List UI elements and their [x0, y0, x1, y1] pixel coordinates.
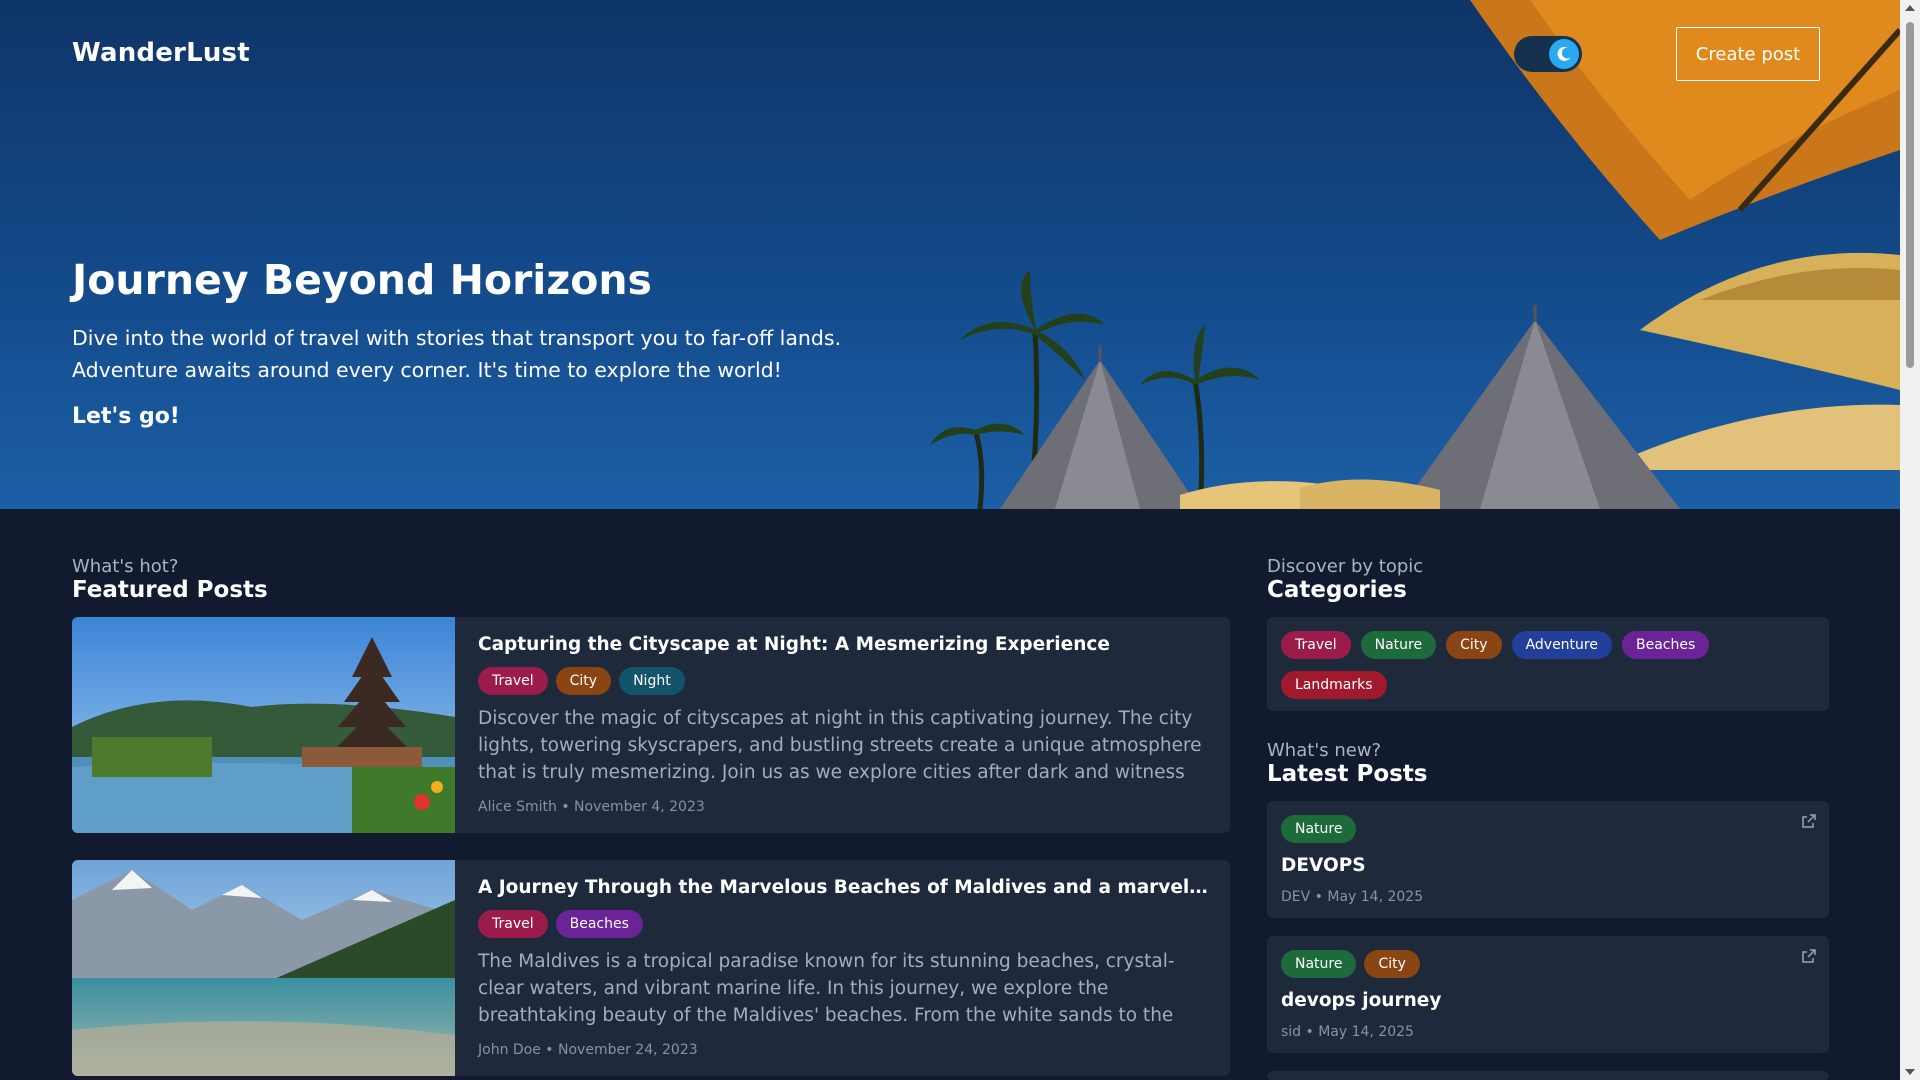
post-meta: John Doe • November 24, 2023: [478, 1042, 698, 1058]
post-thumbnail-mountain-lake: [72, 860, 455, 1076]
scroll-thumb[interactable]: [1906, 22, 1914, 368]
featured-title: Featured Posts: [72, 577, 268, 603]
tag-city[interactable]: City: [555, 667, 612, 695]
post-tags: Travel Beaches: [478, 910, 1213, 938]
post-tags: Nature: [1281, 815, 1357, 843]
tag-night[interactable]: Night: [619, 667, 685, 695]
category-city[interactable]: City: [1446, 631, 1502, 659]
featured-post-card[interactable]: Capturing the Cityscape at Night: A Mesm…: [72, 617, 1230, 833]
hero-description: Dive into the world of travel with stori…: [72, 326, 842, 382]
category-beaches[interactable]: Beaches: [1621, 631, 1710, 659]
latest-post-card[interactable]: Nature City devops journey sid • May 14,…: [1267, 936, 1829, 1053]
featured-post-card[interactable]: A Journey Through the Marvelous Beaches …: [72, 860, 1230, 1076]
category-travel[interactable]: Travel: [1281, 631, 1351, 659]
featured-eyebrow: What's hot?: [72, 556, 179, 577]
category-landmarks[interactable]: Landmarks: [1281, 671, 1387, 699]
post-meta: Alice Smith • November 4, 2023: [478, 799, 705, 815]
tag-city[interactable]: City: [1364, 950, 1420, 978]
post-thumbnail-temple: [72, 617, 455, 833]
latest-eyebrow: What's new?: [1267, 740, 1382, 761]
post-tags: Travel City Night: [478, 667, 1213, 695]
hero-background-image: [930, 0, 1900, 509]
category-nature[interactable]: Nature: [1360, 631, 1437, 659]
categories-eyebrow: Discover by topic: [1267, 556, 1424, 577]
create-post-button[interactable]: Create post: [1676, 27, 1820, 81]
latest-post-card[interactable]: Nature DEVOPS DEV • May 14, 2025: [1267, 801, 1829, 918]
tag-nature[interactable]: Nature: [1281, 815, 1357, 843]
latest-post-meta: sid • May 14, 2025: [1281, 1024, 1414, 1040]
latest-post-title[interactable]: DEVOPS: [1281, 855, 1366, 876]
lets-go-link[interactable]: Let's go!: [72, 404, 180, 429]
latest-post-card-partial[interactable]: [1267, 1071, 1829, 1080]
tag-travel[interactable]: Travel: [478, 667, 548, 695]
scroll-down-icon[interactable]: [1905, 1069, 1915, 1075]
category-adventure[interactable]: Adventure: [1511, 631, 1612, 659]
brand-logo[interactable]: WanderLust: [72, 38, 250, 68]
page-scrollbar[interactable]: [1900, 0, 1920, 1080]
external-link-icon[interactable]: [1801, 813, 1817, 829]
post-tags: Nature City: [1281, 950, 1420, 978]
tag-beaches[interactable]: Beaches: [555, 910, 643, 938]
external-link-icon[interactable]: [1801, 948, 1817, 964]
toggle-knob: [1549, 39, 1579, 69]
latest-post-title[interactable]: devops journey: [1281, 990, 1441, 1011]
tag-nature[interactable]: Nature: [1281, 950, 1357, 978]
hero-banner: WanderLust Create post Journey Beyond Ho…: [0, 0, 1900, 509]
latest-post-meta: DEV • May 14, 2025: [1281, 889, 1424, 905]
tag-travel[interactable]: Travel: [478, 910, 548, 938]
latest-title: Latest Posts: [1267, 761, 1428, 787]
scroll-up-icon[interactable]: [1905, 5, 1915, 11]
categories-title: Categories: [1267, 577, 1407, 603]
post-title[interactable]: A Journey Through the Marvelous Beaches …: [478, 874, 1213, 902]
moon-icon: [1557, 46, 1571, 61]
post-excerpt: Discover the magic of cityscapes at nigh…: [478, 708, 1202, 783]
hero-title: Journey Beyond Horizons: [72, 256, 652, 304]
post-excerpt: The Maldives is a tropical paradise know…: [478, 951, 1175, 1026]
categories-panel: Travel Nature City Adventure Beaches Lan…: [1267, 617, 1829, 711]
theme-toggle[interactable]: [1514, 36, 1582, 72]
post-title[interactable]: Capturing the Cityscape at Night: A Mesm…: [478, 631, 1213, 659]
